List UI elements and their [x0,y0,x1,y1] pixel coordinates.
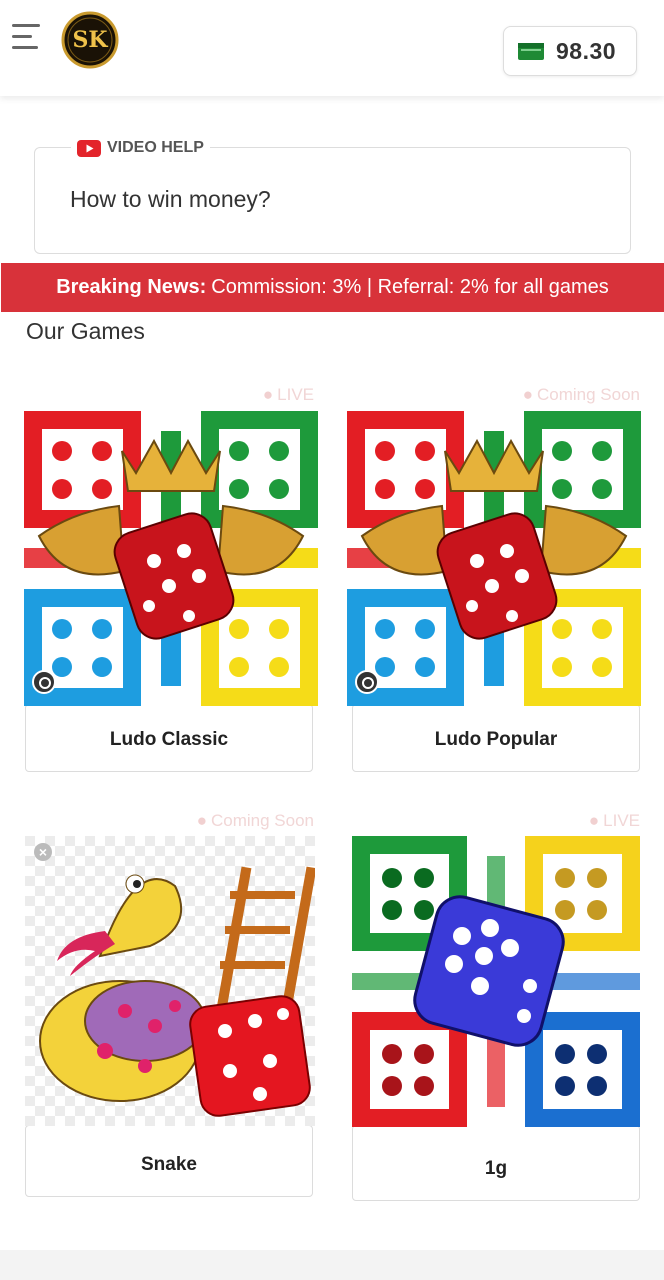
wallet-balance-button[interactable]: 98.30 [503,26,637,76]
game-name: Ludo Classic [109,729,229,750]
game-card-ludo-classic[interactable]: Ludo Classic [25,704,313,772]
youtube-play-icon [77,139,101,157]
game-card-ludo-popular[interactable]: Ludo Popular [352,704,640,772]
status-badge: ● Coming Soon [522,385,640,404]
wallet-icon [518,41,544,61]
sk-logo[interactable]: SK [58,9,122,69]
breaking-news-bar: Breaking News: Commission: 3% | Referral… [1,263,664,312]
lens-scan-icon[interactable] [32,670,56,694]
video-help-legend: VIDEO HELP [71,137,210,159]
app-header: SK 98.30 [0,0,664,96]
video-help-box[interactable]: VIDEO HELP How to win money? [34,137,631,254]
game-name: 1g [484,1158,508,1179]
status-badge: ● Coming Soon [196,811,314,830]
game-name: Snake [141,1154,197,1175]
wallet-amount: 98.30 [556,38,617,64]
game-card-snake[interactable]: Snake [25,1125,313,1197]
snake-thumbnail[interactable]: × [25,836,315,1126]
bottom-strip [0,1250,664,1280]
game-name: Ludo Popular [434,729,558,750]
hamburger-menu-icon[interactable] [12,24,42,50]
ludo-popular-thumbnail[interactable] [347,411,641,706]
video-help-question[interactable]: How to win money? [70,186,271,213]
section-title: Our Games [26,318,145,344]
ludo-classic-thumbnail[interactable] [24,411,318,706]
lens-scan-icon[interactable] [355,670,379,694]
breaking-news-text: Commission: 3% | Referral: 2% for all ga… [211,276,609,298]
breaking-news-prefix: Breaking News: [56,276,207,298]
status-badge: ● LIVE [588,811,640,830]
close-icon[interactable]: × [34,843,52,861]
svg-text:SK: SK [72,27,108,53]
game-card-1g[interactable]: 1g [352,1125,640,1201]
1g-thumbnail[interactable] [352,836,640,1127]
status-badge: ● LIVE [262,385,314,404]
video-help-label: VIDEO HELP [107,139,204,156]
